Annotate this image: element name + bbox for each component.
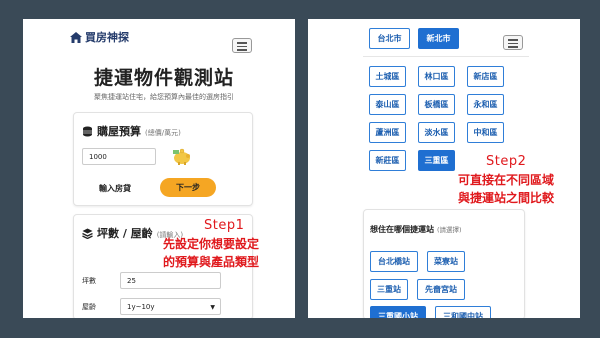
age-label: 屋齡 (82, 303, 96, 311)
step2-label: Step2 (486, 154, 527, 169)
station-button[interactable]: 台北橋站 (370, 251, 418, 272)
budget-card: 購屋預算 (總價/萬元) 1000 輸入房貸 下一步 (73, 112, 253, 206)
station-button[interactable]: 三和國中站 (435, 306, 491, 318)
age-value: 1y~10y (127, 303, 155, 311)
page-title: 捷運物件觀測站 (93, 67, 234, 89)
layers-icon (82, 228, 93, 239)
age-select[interactable]: 1y~10y ▼ (120, 298, 221, 315)
station-button[interactable]: 三重站 (370, 279, 408, 300)
divider (363, 56, 529, 57)
station-button-selected[interactable]: 三重國小站 (370, 306, 426, 318)
city-newtaipei-button[interactable]: 新北市 (418, 28, 459, 49)
piggy-bank-icon (173, 148, 190, 165)
area-age-heading: 坪數 / 屋齡 (97, 227, 153, 240)
step2-text-line1: 可直接在不同區域 (458, 173, 555, 187)
station-card: 想住在哪個捷運站 (請選擇) 台北橋站 菜寮站 三重站 先嗇宮站 三重國小站 三和… (363, 209, 525, 318)
brand-logo[interactable]: 買房神探 (70, 29, 129, 45)
next-step-button[interactable]: 下一步 (160, 178, 216, 197)
page-subtitle: 聚焦捷運站住宅，給您預算內最佳的選房指引 (94, 93, 234, 101)
step1-label: Step1 (204, 218, 245, 233)
home-icon (70, 31, 82, 43)
left-phone-screen: 買房神探 捷運物件觀測站 聚焦捷運站住宅，給您預算內最佳的選房指引 購屋預算 (… (64, 19, 264, 318)
menu-icon[interactable] (232, 38, 252, 53)
coins-icon (83, 126, 92, 136)
area-value: 25 (127, 277, 136, 285)
district-button[interactable]: 板橋區 (418, 94, 455, 115)
top-navbar: 買房神探 (64, 19, 264, 53)
district-button[interactable]: 林口區 (418, 66, 455, 87)
budget-header: 購屋預算 (總價/萬元) (82, 123, 181, 139)
district-button-selected[interactable]: 三重區 (418, 150, 455, 171)
brand-name: 買房神探 (85, 31, 129, 44)
station-card-title: 想住在哪個捷運站 (請選擇) (370, 224, 462, 235)
district-button[interactable]: 新店區 (467, 66, 504, 87)
district-button[interactable]: 泰山區 (369, 94, 406, 115)
station-title-text: 想住在哪個捷運站 (370, 225, 434, 234)
right-screenshot-panel: 台北市 新北市 土城區 林口區 新店區 泰山區 板橋區 永和區 蘆洲區 淡水區 … (308, 19, 580, 318)
budget-input[interactable]: 1000 (82, 148, 156, 165)
dropdown-caret-icon: ▼ (210, 304, 215, 311)
budget-unit: (總價/萬元) (145, 129, 181, 137)
step2-text-line2: 與捷運站之間比較 (458, 191, 555, 205)
step1-text-line2: 的預算與產品類型 (163, 255, 260, 269)
enter-mortgage-button[interactable]: 輸入房貸 (82, 180, 148, 197)
station-title-unit: (請選擇) (437, 226, 462, 234)
station-button[interactable]: 菜寮站 (427, 251, 465, 272)
budget-heading: 購屋預算 (97, 125, 141, 138)
district-button[interactable]: 永和區 (467, 94, 504, 115)
district-button[interactable]: 土城區 (369, 66, 406, 87)
area-label: 坪數 (82, 277, 96, 285)
station-button[interactable]: 先嗇宮站 (417, 279, 465, 300)
district-button[interactable]: 中和區 (467, 122, 504, 143)
step1-text-line1: 先設定你想要設定 (163, 237, 260, 251)
left-screenshot-panel: 買房神探 捷運物件觀測站 聚焦捷運站住宅，給您預算內最佳的選房指引 購屋預算 (… (23, 19, 295, 318)
district-button[interactable]: 新莊區 (369, 150, 406, 171)
district-button[interactable]: 淡水區 (418, 122, 455, 143)
city-taipei-button[interactable]: 台北市 (369, 28, 410, 49)
area-input[interactable]: 25 (120, 272, 221, 289)
menu-icon[interactable] (503, 35, 523, 50)
district-button[interactable]: 蘆洲區 (369, 122, 406, 143)
